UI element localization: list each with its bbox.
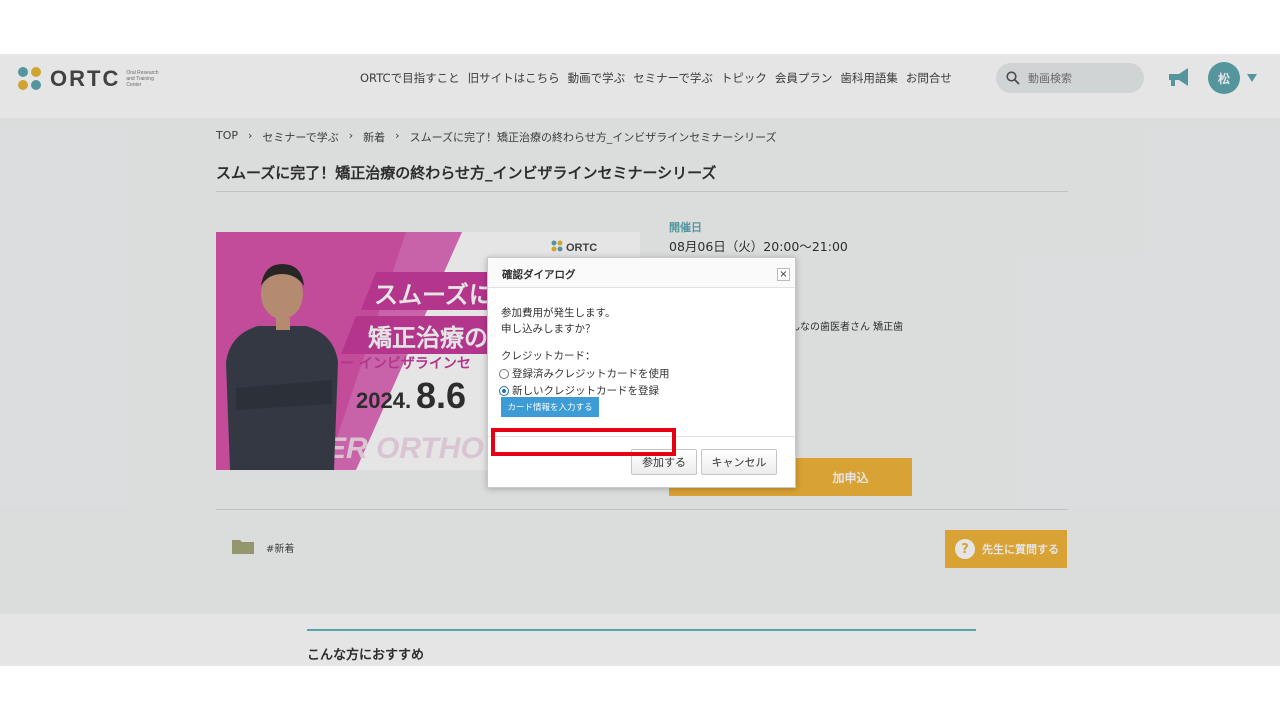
radio-new-card[interactable]: 新しいクレジットカードを登録	[499, 383, 659, 398]
dialog-header: 確認ダイアログ ×	[488, 258, 795, 288]
dialog-message: 参加費用が発生します。 申し込みしますか？	[501, 305, 615, 337]
credit-card-label: クレジットカード：	[501, 350, 596, 362]
annotation-highlight-box	[491, 428, 676, 456]
radio-new-label: 新しいクレジットカードを登録	[512, 385, 659, 397]
radio-existing-card[interactable]: 登録済みクレジットカードを使用	[499, 366, 670, 381]
radio-existing-input[interactable]	[499, 368, 509, 379]
dialog-message-line1: 参加費用が発生します。	[501, 307, 616, 319]
radio-new-input[interactable]	[499, 385, 509, 396]
radio-existing-label: 登録済みクレジットカードを使用	[512, 368, 670, 380]
browser-viewport: ORTC Oral Research and Training Center O…	[0, 54, 1280, 666]
cancel-button[interactable]: キャンセル	[701, 449, 777, 475]
dialog-title: 確認ダイアログ	[502, 269, 576, 281]
dialog-message-line2: 申し込みしますか？	[501, 323, 596, 335]
enter-card-button[interactable]: カード情報を入力する	[501, 397, 599, 417]
close-icon[interactable]: ×	[777, 268, 790, 281]
